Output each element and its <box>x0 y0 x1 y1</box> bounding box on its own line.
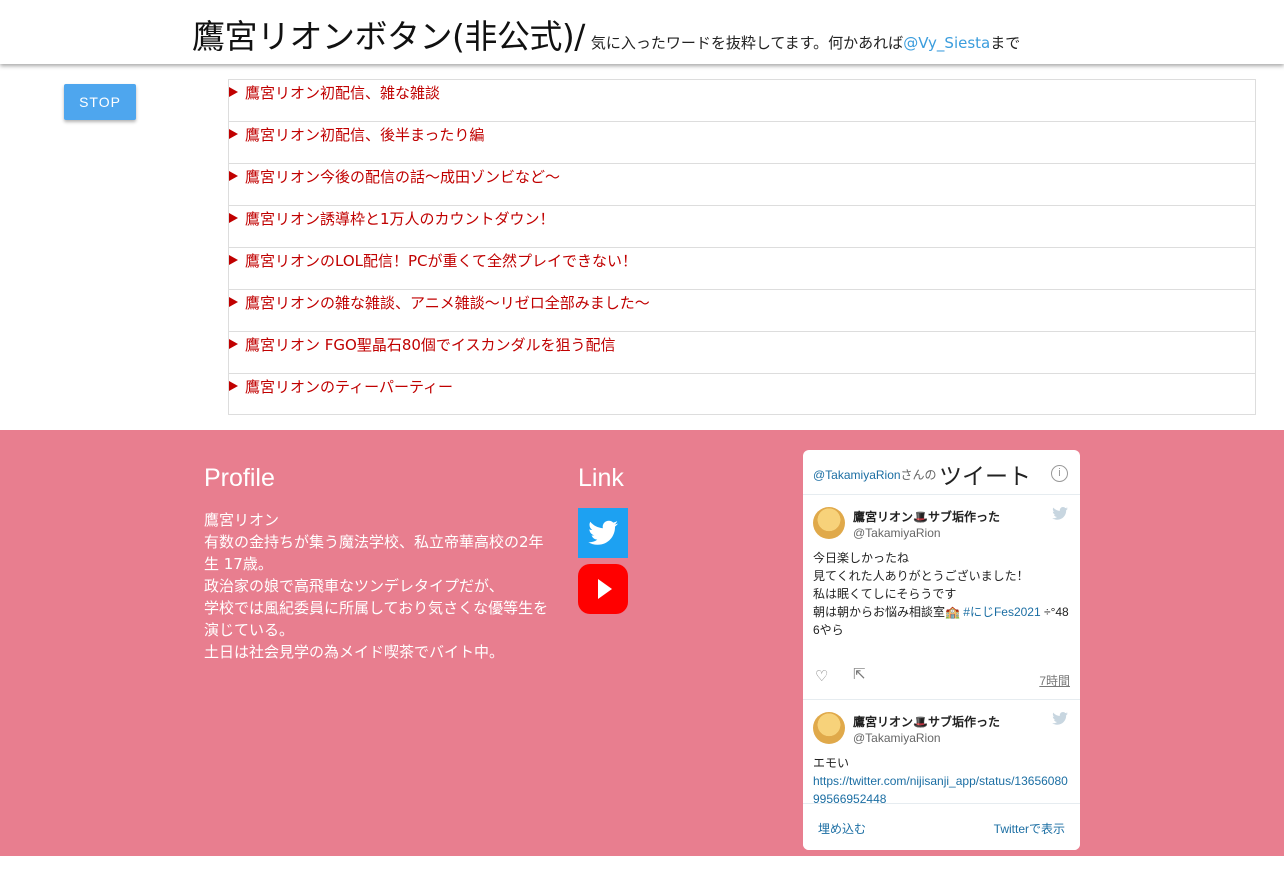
episode-item[interactable]: 鷹宮リオンの雑な雑談、アニメ雑談〜リゼロ全部みました〜 <box>228 289 1256 331</box>
link-section: Link <box>578 464 628 614</box>
twitter-bird-icon[interactable] <box>1052 507 1068 520</box>
episode-title: 鷹宮リオンのLOL配信！PCが重くて全然プレイできない！ <box>245 252 638 270</box>
page-title: 鷹宮リオンボタン(非公式)/ <box>192 17 585 56</box>
share-icon[interactable]: ⇱ <box>853 665 866 683</box>
stop-button[interactable]: STOP <box>64 84 136 120</box>
contact-link[interactable]: @Vy_Siesta <box>903 34 990 52</box>
tweet-text: エモい https://twitter.com/nijisanji_app/st… <box>813 754 1073 808</box>
twitter-link-button[interactable] <box>578 508 628 558</box>
twitter-icon <box>588 520 618 545</box>
profile-section: Profile 鷹宮リオン 有数の金持ちが集う魔法学校、私立帝華高校の2年生 1… <box>204 464 554 663</box>
episode-item[interactable]: 鷹宮リオン今後の配信の話〜成田ゾンビなど〜 <box>228 163 1256 205</box>
youtube-link-button[interactable] <box>578 564 628 614</box>
site-header: 鷹宮リオンボタン(非公式)/ 気に入ったワードを抜粋してます。何かあれば@Vy_S… <box>0 0 1284 64</box>
embed-link[interactable]: 埋め込む <box>818 820 866 837</box>
profile-heading: Profile <box>204 464 275 492</box>
episode-item[interactable]: 鷹宮リオンのティーパーティー <box>228 373 1256 415</box>
episode-title: 鷹宮リオン初配信、後半まったり編 <box>245 126 485 144</box>
site-footer: Profile 鷹宮リオン 有数の金持ちが集う魔法学校、私立帝華高校の2年生 1… <box>0 430 1284 856</box>
hashtag-link[interactable]: #にじFes2021 <box>963 605 1040 619</box>
timeline-header: @TakamiyaRionさんの ツイート i <box>803 450 1080 495</box>
page-subtitle: 気に入ったワードを抜粋してます。何かあれば@Vy_Siestaまで <box>590 34 1021 52</box>
triangle-right-icon <box>229 129 238 139</box>
triangle-right-icon <box>229 297 238 307</box>
tweet-author-name[interactable]: 鷹宮リオン🎩サブ垢作った <box>853 508 1000 525</box>
tweet-text: 今日楽しかったね 見てくれた人ありがとうございました！ 私は眠くてしにそらうです… <box>813 551 1069 637</box>
triangle-right-icon <box>229 87 238 97</box>
episode-item[interactable]: 鷹宮リオン初配信、雑な雑談 <box>228 79 1256 121</box>
site-title: 鷹宮リオンボタン(非公式)/ 気に入ったワードを抜粋してます。何かあれば@Vy_S… <box>192 10 1020 58</box>
tweet-author-name[interactable]: 鷹宮リオン🎩サブ垢作った <box>853 713 1000 730</box>
link-heading: Link <box>578 464 624 492</box>
twitter-timeline: @TakamiyaRionさんの ツイート i 鷹宮リオン🎩サブ垢作った @Ta… <box>803 450 1080 850</box>
triangle-right-icon <box>229 381 238 391</box>
episode-title: 鷹宮リオン FGO聖晶石80個でイスカンダルを狙う配信 <box>245 336 616 354</box>
info-icon[interactable]: i <box>1051 465 1068 482</box>
episode-item[interactable]: 鷹宮リオン FGO聖晶石80個でイスカンダルを狙う配信 <box>228 331 1256 373</box>
tweet-timestamp[interactable]: 7時間 <box>1039 672 1070 689</box>
episode-title: 鷹宮リオン初配信、雑な雑談 <box>245 84 441 102</box>
youtube-icon <box>598 579 612 599</box>
episode-title: 鷹宮リオンの雑な雑談、アニメ雑談〜リゼロ全部みました〜 <box>245 294 650 312</box>
tweet-author-handle[interactable]: @TakamiyaRion <box>853 526 941 540</box>
episode-item[interactable]: 鷹宮リオン初配信、後半まったり編 <box>228 121 1256 163</box>
avatar[interactable] <box>813 507 845 539</box>
triangle-right-icon <box>229 171 238 181</box>
tweet[interactable]: 鷹宮リオン🎩サブ垢作った @TakamiyaRion エモい https://t… <box>803 700 1080 806</box>
tweet-author-handle[interactable]: @TakamiyaRion <box>853 731 941 745</box>
profile-text: 鷹宮リオン 有数の金持ちが集う魔法学校、私立帝華高校の2年生 17歳。 政治家の… <box>204 511 549 661</box>
triangle-right-icon <box>229 255 238 265</box>
timeline-title: ツイート <box>939 463 1031 489</box>
view-on-twitter-link[interactable]: Twitterで表示 <box>994 820 1065 837</box>
tweet[interactable]: 鷹宮リオン🎩サブ垢作った @TakamiyaRion 今日楽しかったね 見てくれ… <box>803 495 1080 700</box>
triangle-right-icon <box>229 213 238 223</box>
heart-icon[interactable]: ♡ <box>815 667 828 685</box>
episode-list: 鷹宮リオン初配信、雑な雑談 鷹宮リオン初配信、後半まったり編 鷹宮リオン今後の配… <box>228 79 1256 415</box>
episode-title: 鷹宮リオン誘導枠と1万人のカウントダウン！ <box>245 210 555 228</box>
episode-item[interactable]: 鷹宮リオンのLOL配信！PCが重くて全然プレイできない！ <box>228 247 1256 289</box>
twitter-bird-icon[interactable] <box>1052 712 1068 725</box>
episode-title: 鷹宮リオンのティーパーティー <box>245 378 454 396</box>
timeline-handle-link[interactable]: @TakamiyaRion <box>813 468 901 482</box>
episode-item[interactable]: 鷹宮リオン誘導枠と1万人のカウントダウン！ <box>228 205 1256 247</box>
avatar[interactable] <box>813 712 845 744</box>
triangle-right-icon <box>229 339 238 349</box>
timeline-footer: 埋め込む Twitterで表示 <box>803 803 1080 850</box>
episode-title: 鷹宮リオン今後の配信の話〜成田ゾンビなど〜 <box>245 168 561 186</box>
